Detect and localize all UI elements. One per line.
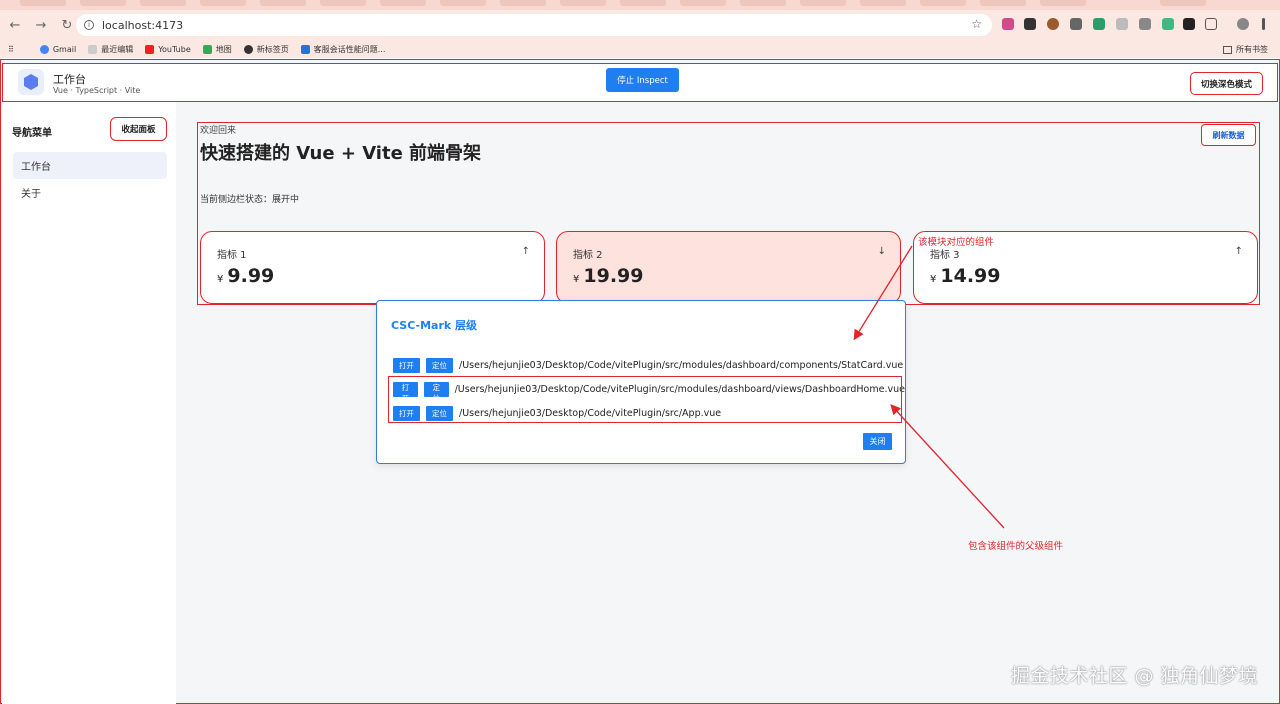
extension-icon[interactable] (1002, 18, 1014, 30)
bookmark-service[interactable]: 客服会话性能问题... (300, 44, 385, 55)
maps-icon (202, 44, 212, 54)
bookmarks-bar: ⠿ Gmail 最近编辑 YouTube 地图 新标签页 客服会话性能问题...… (0, 40, 1280, 58)
profile-avatar-icon[interactable] (1237, 18, 1249, 30)
bookmark-recent[interactable]: 最近编辑 (88, 44, 133, 55)
browser-tabstrip (0, 0, 1280, 10)
stat-value: ¥14.99 (930, 265, 1001, 287)
welcome-text: 欢迎回来 (200, 126, 237, 136)
stop-inspect-button[interactable]: 停止 Inspect (606, 68, 679, 92)
file-path: /Users/hejunjie03/Desktop/Code/vitePlugi… (459, 359, 904, 371)
globe-icon (243, 44, 253, 54)
puzzle-icon[interactable] (1205, 18, 1217, 30)
extension-icon[interactable] (1162, 18, 1174, 30)
collapse-panel-button[interactable]: 收起面板 (110, 117, 167, 141)
bookmark-gmail[interactable]: Gmail (39, 44, 76, 54)
dialog-title: CSC-Mark 层级 (391, 319, 478, 332)
sidebar-item-dashboard[interactable]: 工作台 (13, 152, 167, 179)
extension-icon[interactable] (1116, 18, 1128, 30)
app-header: 工作台 Vue · TypeScript · Vite 停止 Inspect 切… (2, 63, 1278, 102)
folder-icon (1223, 45, 1232, 54)
locate-button[interactable]: 定位 (426, 357, 453, 373)
dark-mode-button[interactable]: 切换深色模式 (1190, 72, 1263, 95)
csc-mark-dialog: CSC-Mark 层级 打开 定位 /Users/hejunjie03/Desk… (376, 300, 906, 464)
sidebar-title: 导航菜单 (12, 128, 52, 139)
all-bookmarks[interactable]: 所有书签 (1223, 44, 1268, 55)
open-button[interactable]: 打开 (393, 357, 420, 373)
stat-label: 指标 2 (573, 250, 603, 261)
trend-up-icon: ↑ (1234, 246, 1243, 257)
extension-icon[interactable] (1047, 18, 1059, 30)
site-info-icon[interactable]: i (84, 20, 94, 30)
extension-icon[interactable] (1183, 18, 1195, 30)
app-title: 工作台 (53, 73, 86, 86)
extension-icon[interactable] (1024, 18, 1036, 30)
app-viewport: 工作台 Vue · TypeScript · Vite 停止 Inspect 切… (0, 59, 1280, 704)
bookmark-youtube[interactable]: YouTube (145, 44, 191, 54)
sidebar-status-text: 当前侧边栏状态：展开中 (200, 195, 300, 205)
apps-grid-icon[interactable]: ⠿ (8, 45, 14, 54)
app-logo-icon (18, 69, 44, 95)
app-subtitle: Vue · TypeScript · Vite (53, 86, 141, 95)
watermark: 掘金技术社区 @ 独角仙梦境 (1010, 665, 1258, 687)
browser-toolbar: ← → ↻ i localhost:4173 ☆ (0, 10, 1280, 40)
stat-label: 指标 1 (217, 250, 247, 261)
extension-icon[interactable] (1139, 18, 1151, 30)
dashboard-content: 欢迎回来 快速搭建的 Vue + Vite 前端骨架 刷新数据 当前侧边栏状态：… (197, 122, 1260, 305)
bookmark-newtab[interactable]: 新标签页 (243, 44, 289, 55)
stat-value: ¥19.99 (573, 265, 644, 287)
stat-label: 指标 3 (930, 250, 960, 261)
google-icon (39, 44, 49, 54)
address-bar[interactable]: i localhost:4173 ☆ (76, 14, 992, 36)
forward-icon[interactable]: → (30, 14, 52, 36)
bookmark-star-icon[interactable]: ☆ (971, 17, 982, 31)
trend-up-icon: ↑ (521, 246, 530, 257)
sidebar: 导航菜单 收起面板 工作台 关于 (2, 102, 176, 704)
close-button[interactable]: 关闭 (863, 433, 892, 450)
stat-card[interactable]: 指标 2 ↓ ¥19.99 (556, 231, 901, 304)
youtube-icon (145, 44, 155, 54)
url-text: localhost:4173 (102, 18, 184, 32)
parent-components-highlight (388, 376, 902, 423)
doc-icon (300, 44, 310, 54)
back-icon[interactable]: ← (4, 14, 26, 36)
component-path-row: 打开 定位 /Users/hejunjie03/Desktop/Code/vit… (393, 357, 903, 373)
menu-kebab-icon[interactable] (1262, 18, 1265, 30)
annotation-component: 该模块对应的组件 (918, 237, 995, 248)
folder-icon (88, 44, 98, 54)
stat-card[interactable]: 指标 1 ↑ ¥9.99 (200, 231, 545, 304)
extension-icon[interactable] (1093, 18, 1105, 30)
stat-value: ¥9.99 (217, 265, 275, 287)
extension-icon[interactable] (1070, 18, 1082, 30)
sidebar-item-about[interactable]: 关于 (13, 179, 167, 206)
refresh-data-button[interactable]: 刷新数据 (1201, 124, 1256, 146)
page-title: 快速搭建的 Vue + Vite 前端骨架 (200, 143, 482, 164)
bookmark-maps[interactable]: 地图 (202, 44, 232, 55)
trend-down-icon: ↓ (877, 246, 886, 257)
reload-icon[interactable]: ↻ (56, 14, 78, 36)
annotation-parent: 包含该组件的父级组件 (968, 541, 1064, 552)
